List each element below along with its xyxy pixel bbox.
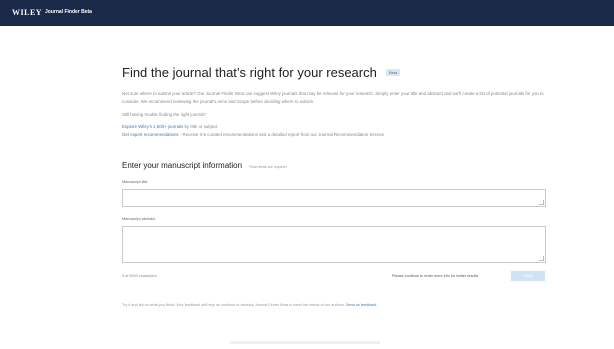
required-note: * Both fields are required bbox=[248, 165, 287, 169]
character-count: 0 of 5000 characters bbox=[122, 274, 157, 278]
expert-recommendations-link[interactable]: Get expert recommendations bbox=[122, 132, 179, 137]
manuscript-abstract-input[interactable] bbox=[122, 226, 546, 263]
footer-divider bbox=[230, 341, 380, 344]
results-hint: Please continue to enter more info for b… bbox=[392, 274, 479, 278]
explore-suffix: by title or subject bbox=[183, 124, 218, 129]
find-button[interactable]: FIND bbox=[511, 271, 545, 281]
explore-journals-link[interactable]: Explore Wiley’s 1,600+ journals bbox=[122, 124, 183, 129]
section-title-text: Enter your manuscript information bbox=[122, 161, 243, 170]
help-links: Explore Wiley’s 1,600+ journals by title… bbox=[122, 123, 548, 139]
expert-suffix: - Receive 3-5 curated recommendations an… bbox=[178, 132, 385, 137]
resize-handle-icon[interactable] bbox=[539, 200, 544, 205]
beta-badge: Beta bbox=[386, 69, 401, 76]
title-label: Manuscript title bbox=[122, 180, 148, 184]
form-footer: 0 of 5000 characters Please continue to … bbox=[122, 271, 548, 283]
app-name[interactable]: Journal Finder Beta bbox=[45, 9, 92, 15]
feedback-text: Try it and tell us what you think! Your … bbox=[122, 303, 347, 307]
manuscript-title-input[interactable] bbox=[122, 189, 546, 207]
main-content: Find the journal that’s right for your r… bbox=[122, 64, 548, 307]
wiley-logo[interactable]: WILEY bbox=[12, 8, 42, 17]
section-title: Enter your manuscript information * Both … bbox=[122, 161, 548, 170]
send-feedback-link[interactable]: Send us feedback bbox=[346, 303, 376, 307]
explore-line: Explore Wiley’s 1,600+ journals by title… bbox=[122, 123, 548, 131]
trouble-text: Still having trouble finding the right j… bbox=[122, 112, 206, 117]
expert-line: Get expert recommendations - Receive 3-5… bbox=[122, 131, 548, 139]
abstract-label: Manuscript abstract bbox=[122, 217, 156, 221]
resize-handle-icon[interactable] bbox=[539, 256, 544, 261]
intro-paragraph: Not sure where to submit your article? O… bbox=[122, 91, 544, 104]
top-bar: WILEY Journal Finder Beta bbox=[0, 0, 614, 26]
feedback-line: Try it and tell us what you think! Your … bbox=[122, 303, 548, 307]
title-row: Find the journal that’s right for your r… bbox=[122, 64, 548, 82]
page-title: Find the journal that’s right for your r… bbox=[122, 65, 377, 80]
